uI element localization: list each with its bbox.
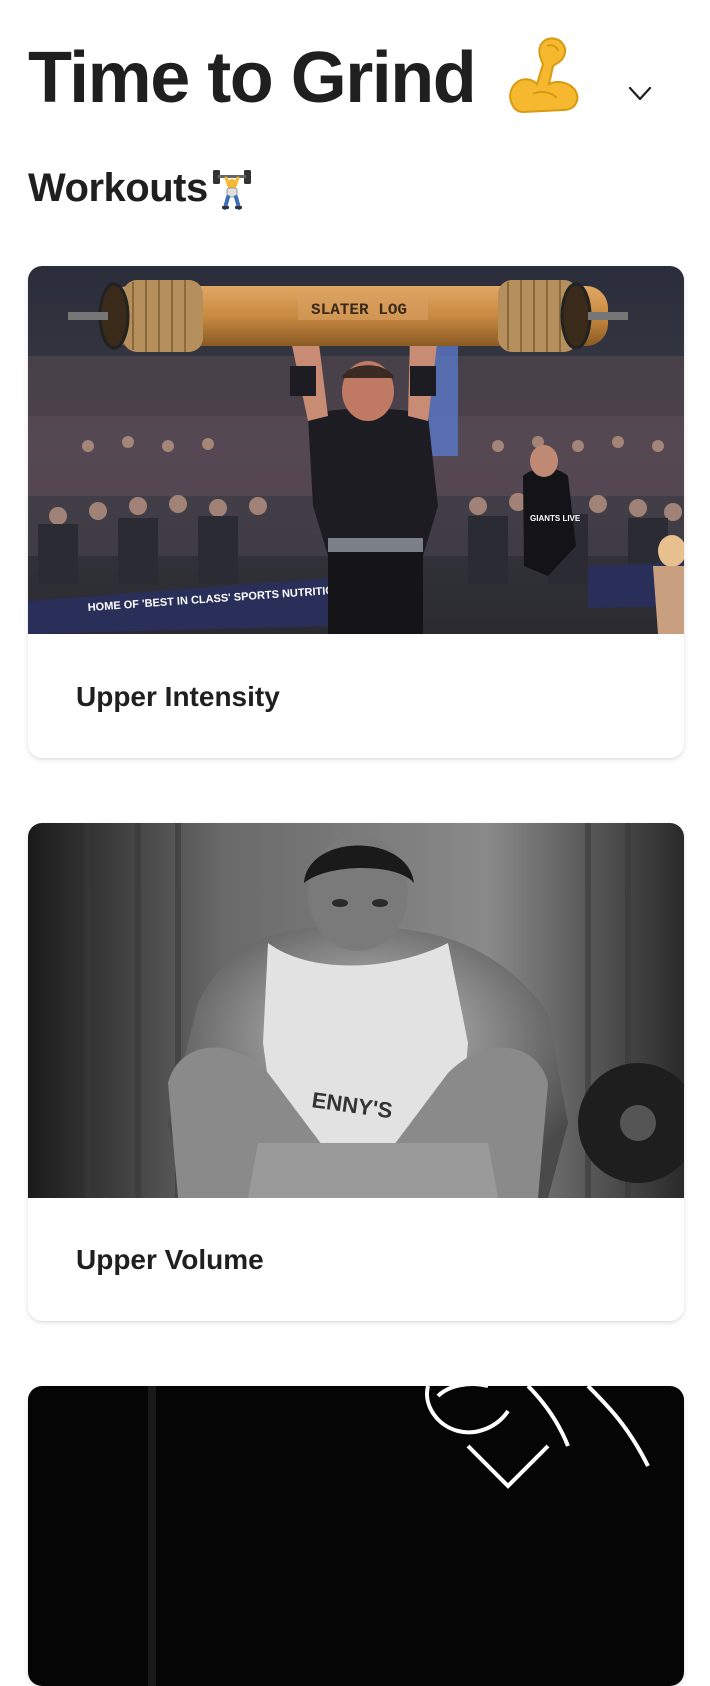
workout-card-upper-intensity[interactable]: HOME OF 'BEST IN CLASS' SPORTS NUTRITION: [28, 266, 684, 758]
shirt-text: GIANTS LIVE: [530, 514, 581, 523]
log-text: SLATER LOG: [311, 301, 407, 319]
app-header: Time to Grind: [28, 28, 682, 128]
lifter-outline-graphic: [28, 1386, 684, 1686]
chevron-down-icon[interactable]: [624, 78, 656, 106]
page-title: Time to Grind: [28, 38, 477, 118]
weightlifter-icon: [213, 170, 251, 210]
bodybuilder-bw-photo: ENNY'S: [28, 823, 684, 1198]
log-press-strongman-photo: HOME OF 'BEST IN CLASS' SPORTS NUTRITION: [28, 266, 684, 634]
workout-card-3[interactable]: [28, 1386, 684, 1686]
flexed-biceps-icon: [509, 37, 579, 114]
workout-card-upper-volume[interactable]: ENNY'S Upper Volume: [28, 823, 684, 1321]
workout-card-label: Upper Volume: [76, 1244, 264, 1275]
workout-card-label: Upper Intensity: [76, 681, 280, 712]
section-title: Workouts: [28, 166, 208, 210]
